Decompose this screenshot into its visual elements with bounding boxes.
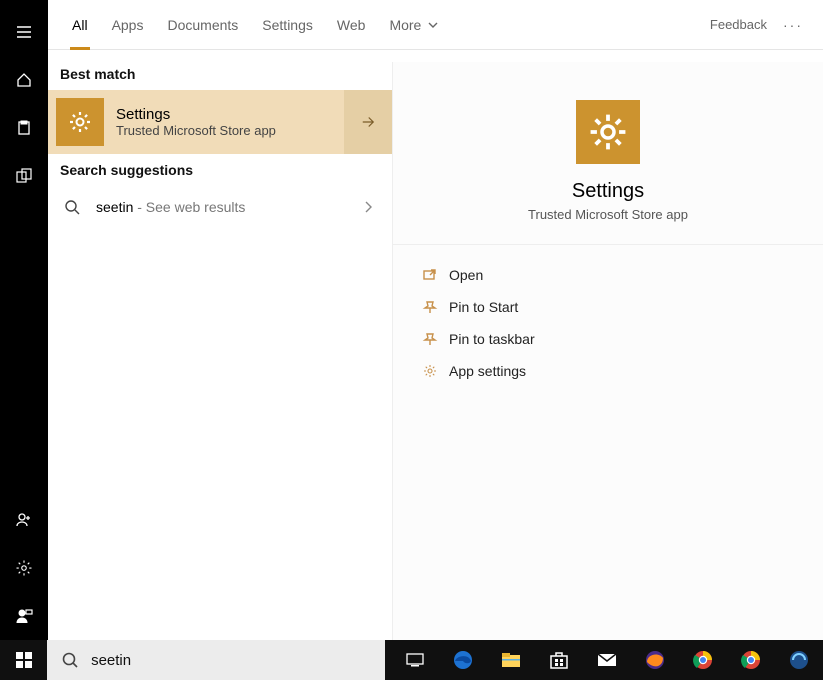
suggestion-tail: - See web results: [133, 199, 245, 215]
suggestion-term: seetin: [96, 199, 133, 215]
results-column: Best match Settings Trusted Microsoft St…: [48, 50, 392, 640]
gear-icon: [576, 100, 640, 164]
search-box[interactable]: [47, 640, 385, 680]
best-match-subtitle: Trusted Microsoft Store app: [116, 123, 344, 138]
tabs-row: All Apps Documents Settings Web More Fee…: [48, 0, 823, 50]
tab-more[interactable]: More: [377, 0, 453, 50]
gear-icon: [417, 363, 443, 379]
more-options-button[interactable]: ···: [775, 17, 811, 33]
pin-icon: [417, 299, 443, 315]
best-match-text: Settings Trusted Microsoft Store app: [104, 106, 344, 138]
add-user-icon[interactable]: [0, 496, 48, 544]
search-icon: [60, 199, 84, 215]
action-label: App settings: [449, 363, 526, 379]
tab-apps[interactable]: Apps: [100, 0, 156, 50]
windows-start-icon: [15, 651, 33, 669]
tab-label: More: [389, 17, 421, 33]
edge-icon[interactable]: [439, 640, 487, 680]
chevron-right-icon: [356, 199, 380, 215]
feedback-person-icon[interactable]: [0, 592, 48, 640]
file-explorer-icon[interactable]: [487, 640, 535, 680]
chrome-icon[interactable]: [679, 640, 727, 680]
firefox-icon[interactable]: [631, 640, 679, 680]
tab-web[interactable]: Web: [325, 0, 378, 50]
action-label: Pin to Start: [449, 299, 518, 315]
task-view-button[interactable]: [391, 640, 439, 680]
tab-label: Settings: [262, 17, 313, 33]
files-icon[interactable]: [0, 152, 48, 200]
best-match-result[interactable]: Settings Trusted Microsoft Store app: [48, 90, 392, 154]
tab-settings[interactable]: Settings: [250, 0, 325, 50]
search-input[interactable]: [79, 652, 371, 669]
hamburger-icon[interactable]: [0, 8, 48, 56]
home-icon[interactable]: [0, 56, 48, 104]
feedback-link[interactable]: Feedback: [702, 17, 775, 32]
feedback-label: Feedback: [710, 17, 767, 32]
action-open[interactable]: Open: [393, 259, 823, 291]
pin-icon: [417, 331, 443, 347]
action-label: Pin to taskbar: [449, 331, 535, 347]
tab-label: Apps: [112, 17, 144, 33]
suggestion-text: seetin - See web results: [84, 199, 356, 215]
detail-header: Settings Trusted Microsoft Store app: [393, 62, 823, 245]
start-button[interactable]: [0, 640, 47, 680]
section-header-best-match: Best match: [48, 58, 392, 90]
action-label: Open: [449, 267, 483, 283]
expand-right-button[interactable]: [344, 90, 392, 154]
tab-all[interactable]: All: [60, 0, 100, 50]
clipboard-icon[interactable]: [0, 104, 48, 152]
search-panel: All Apps Documents Settings Web More Fee…: [48, 0, 823, 640]
action-pin-taskbar[interactable]: Pin to taskbar: [393, 323, 823, 355]
gear-icon[interactable]: [0, 544, 48, 592]
search-icon: [61, 651, 79, 669]
taskbar-icons: [385, 640, 823, 680]
action-app-settings[interactable]: App settings: [393, 355, 823, 387]
tab-documents[interactable]: Documents: [155, 0, 250, 50]
app-icon[interactable]: [775, 640, 823, 680]
tab-label: Web: [337, 17, 366, 33]
section-header-suggestions: Search suggestions: [48, 154, 392, 186]
detail-subtitle: Trusted Microsoft Store app: [528, 207, 688, 222]
action-list: Open Pin to Start Pin to taskbar: [393, 245, 823, 401]
chrome-icon[interactable]: [727, 640, 775, 680]
mail-icon[interactable]: [583, 640, 631, 680]
microsoft-store-icon[interactable]: [535, 640, 583, 680]
taskbar: [0, 640, 823, 680]
action-pin-start[interactable]: Pin to Start: [393, 291, 823, 323]
gear-icon: [56, 98, 104, 146]
chevron-down-icon: [425, 17, 441, 33]
open-icon: [417, 267, 443, 283]
nav-rail: [0, 0, 48, 640]
tab-label: Documents: [167, 17, 238, 33]
search-suggestion[interactable]: seetin - See web results: [48, 186, 392, 228]
tab-label: All: [72, 17, 88, 33]
detail-pane: Settings Trusted Microsoft Store app Ope…: [392, 62, 823, 640]
detail-title: Settings: [572, 180, 644, 203]
best-match-title: Settings: [116, 106, 344, 123]
